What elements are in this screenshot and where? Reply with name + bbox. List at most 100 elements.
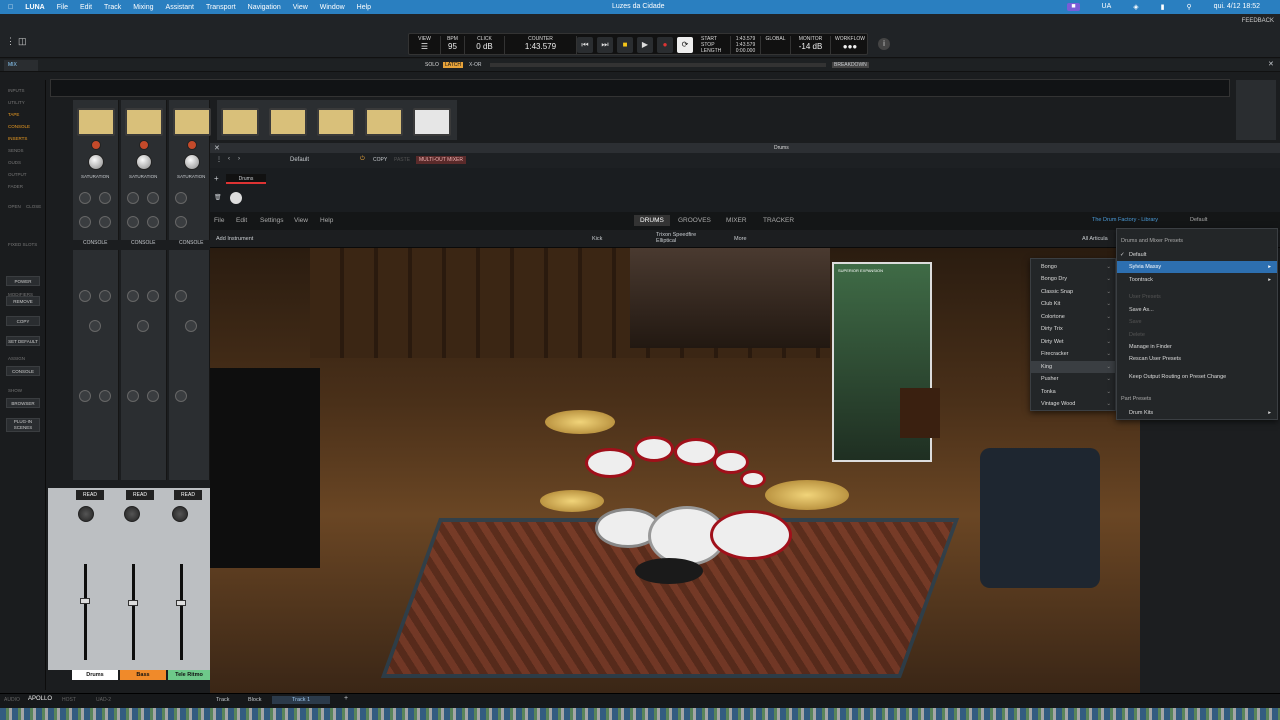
breakdown-button[interactable]: BREAKDOWN (832, 62, 869, 68)
preset-toontrack[interactable]: Toontrack ▸ (1117, 274, 1277, 286)
tape-input-knob[interactable] (91, 140, 101, 150)
sidebar-fader[interactable]: FADER (8, 184, 23, 189)
read-button[interactable]: READ (76, 490, 104, 500)
kit-item[interactable]: Dirty Trix ⌄ (1031, 323, 1117, 335)
tom-1[interactable] (585, 448, 635, 478)
menu-help[interactable]: Help (357, 4, 371, 11)
menu-app-name[interactable]: LUNA (25, 4, 44, 11)
timeline-ruler[interactable] (50, 79, 1230, 97)
close-icon[interactable]: ✕ (214, 144, 220, 152)
comp-knob[interactable] (89, 320, 101, 332)
comp-knob[interactable] (127, 390, 139, 402)
xor-button[interactable]: X-OR (469, 62, 482, 68)
sidebar-output[interactable]: OUTPUT (8, 172, 27, 177)
sidebar-fixed-slots[interactable]: FIXED SLOTS (8, 242, 37, 247)
block-tab[interactable]: Block (248, 697, 261, 703)
floor-tom[interactable] (710, 510, 792, 560)
trash-icon[interactable]: 🗑 (214, 194, 222, 201)
tape-input-knob[interactable] (139, 140, 149, 150)
uad-label[interactable]: UAD-2 (96, 697, 111, 703)
comp-knob[interactable] (99, 390, 111, 402)
add-icon[interactable]: + (344, 695, 348, 702)
eq-knob[interactable] (99, 216, 111, 228)
preset-sylvia-massy[interactable]: Sylvia Massy ▸ (1117, 261, 1277, 273)
tom-3[interactable] (674, 438, 718, 466)
eq-knob[interactable] (127, 216, 139, 228)
sidebar-sends[interactable]: SENDS (8, 148, 24, 153)
articulations-select[interactable]: All Articula (1082, 236, 1108, 242)
comp-knob[interactable] (137, 320, 149, 332)
preset-delete[interactable]: Delete (1117, 329, 1277, 341)
forward-button[interactable]: ⏭ (597, 37, 613, 53)
add-icon[interactable]: + (214, 174, 219, 183)
play-button[interactable]: ▶ (637, 37, 653, 53)
set-default-button[interactable]: SET DEFAULT (6, 336, 40, 346)
overview-bar[interactable] (490, 63, 826, 67)
sidebar-inputs[interactable]: INPUTS (8, 88, 25, 93)
preset-user-presets[interactable]: User Presets (1117, 291, 1277, 303)
prev-icon[interactable]: ‹ (228, 156, 230, 162)
menu-edit[interactable]: Edit (236, 217, 247, 224)
tab-tracker[interactable]: TRACKER (763, 217, 794, 224)
library-select[interactable]: The Drum Factory - Library (1092, 217, 1158, 223)
kit-piece-select[interactable]: Trixon Speedfire Elliptical (656, 232, 716, 244)
tom-4[interactable] (713, 450, 749, 474)
tom-5[interactable] (740, 470, 766, 488)
channel-name[interactable]: Bass (120, 670, 166, 680)
eq-knob[interactable] (147, 192, 159, 204)
channel-name[interactable]: Tele Ritmo (168, 670, 210, 680)
sidebar-open[interactable]: OPEN (8, 204, 21, 209)
clock[interactable]: qui. 4/12 18:52 (1214, 3, 1260, 11)
tab-grooves[interactable]: GROOVES (678, 217, 711, 224)
window-title[interactable]: Luzes da Cidade (612, 3, 665, 10)
library-preset-select[interactable]: Default (1190, 217, 1207, 223)
wifi-icon[interactable]: ◈ (1133, 3, 1138, 11)
monitor-control[interactable]: MONITOR -14 dB (791, 36, 831, 54)
menu-file[interactable]: File (214, 217, 224, 224)
power-button[interactable]: POWER (6, 276, 40, 286)
comp-knob[interactable] (79, 290, 91, 302)
view-control[interactable]: VIEW ☰ (409, 36, 441, 54)
ride-cymbal[interactable] (765, 480, 849, 510)
comp-knob[interactable] (99, 290, 111, 302)
kit-item-hovered[interactable]: King ⌄ (1031, 361, 1117, 373)
console-label[interactable]: CONSOLE (179, 240, 203, 246)
plugin-scenes-button[interactable]: PLUG-IN SCENES (6, 418, 40, 432)
remove-button[interactable]: REMOVE (6, 296, 40, 306)
power-icon[interactable]: ⏻ (360, 156, 365, 163)
preset-save[interactable]: Save (1117, 316, 1277, 328)
track-tab[interactable]: Track (216, 697, 230, 703)
tab-mix[interactable]: MIX (4, 60, 38, 71)
ua-status-icon[interactable]: ■ (1067, 3, 1080, 11)
preset-default[interactable]: ✓ Default (1117, 249, 1277, 261)
sidebar-toggle-icon[interactable]: ◫ (18, 36, 30, 48)
battery-icon[interactable]: ▮ (1161, 3, 1165, 11)
console-label[interactable]: CONSOLE (131, 240, 155, 246)
feedback-link[interactable]: FEEDBACK (1242, 18, 1274, 24)
tape-input-knob[interactable] (187, 140, 197, 150)
eq-knob[interactable] (175, 192, 187, 204)
menu-help[interactable]: Help (320, 217, 333, 224)
more-button[interactable]: More (734, 236, 747, 242)
latch-button[interactable]: LATCH (443, 62, 464, 68)
menu-track[interactable]: Track (104, 4, 121, 11)
add-instrument-button[interactable]: Add Instrument (216, 236, 253, 242)
eq-knob[interactable] (79, 216, 91, 228)
preset-manage-finder[interactable]: Manage in Finder (1117, 341, 1277, 353)
comp-knob[interactable] (147, 390, 159, 402)
comp-knob[interactable] (79, 390, 91, 402)
click-control[interactable]: CLICK 0 dB (465, 36, 505, 54)
menu-edit[interactable]: Edit (80, 4, 92, 11)
menu-window[interactable]: Window (320, 4, 345, 11)
console-assign-button[interactable]: CONSOLE (6, 366, 40, 376)
counter-display[interactable]: COUNTER 1:43.579 (505, 36, 577, 54)
menu-mixing[interactable]: Mixing (133, 4, 153, 11)
comp-knob[interactable] (147, 290, 159, 302)
apple-icon[interactable]:  (8, 4, 13, 11)
pan-knob[interactable] (172, 506, 188, 522)
volume-fader[interactable] (128, 600, 138, 606)
kit-item[interactable]: Classic Snap ⌄ (1031, 286, 1117, 298)
saturation-knob[interactable] (184, 154, 200, 170)
sidebar-close[interactable]: CLOSE (26, 204, 41, 209)
browser-button[interactable]: BROWSER (6, 398, 40, 408)
